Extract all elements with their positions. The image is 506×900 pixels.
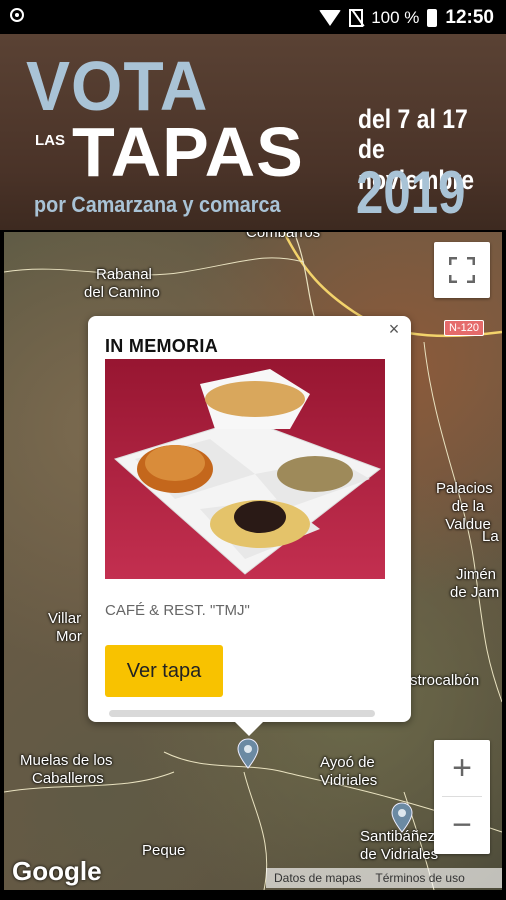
- terms-link[interactable]: Términos de uso: [375, 871, 464, 885]
- map-label-villar: Villar: [48, 610, 82, 627]
- map-label-de-jam: de Jam: [450, 584, 500, 601]
- ver-tapa-button[interactable]: Ver tapa: [105, 645, 223, 697]
- banner-subtitle: por Camarzana y comarca: [34, 192, 281, 217]
- map-label-ayoo-1: Ayoó de: [320, 754, 375, 771]
- map-attribution: Datos de mapas Términos de uso: [266, 868, 502, 888]
- banner-dates-line1: del 7 al 17: [358, 104, 468, 134]
- map-label-astrocalbon: strocalbón: [410, 672, 480, 689]
- venue-name: CAFÉ & REST. "TMJ": [105, 602, 250, 619]
- status-icons: 100 % 12:50: [319, 7, 494, 29]
- fullscreen-icon: [449, 257, 475, 283]
- map-label-del-camino: del Camino: [84, 284, 160, 301]
- zoom-controls: + −: [434, 740, 490, 854]
- map-label-combarros: Combarros: [246, 232, 321, 241]
- map-label-peque: Peque: [142, 842, 186, 859]
- banner-year: 2019: [356, 159, 466, 226]
- map-label-ayoo-2: Vidriales: [320, 772, 378, 789]
- no-sim-icon: [349, 9, 364, 27]
- battery-percent: 100 %: [371, 8, 420, 27]
- wifi-icon: [319, 10, 342, 26]
- map-pin-icon[interactable]: [236, 738, 260, 770]
- horizontal-scrollbar[interactable]: [109, 710, 375, 717]
- event-banner: VOTA LAS TAPAS por Camarzana y comarca d…: [0, 34, 506, 230]
- notification-icon: [10, 8, 24, 22]
- clock: 12:50: [445, 7, 494, 28]
- zoom-out-button[interactable]: −: [434, 797, 490, 853]
- zoom-in-button[interactable]: +: [434, 740, 490, 796]
- map-label-la: La: [482, 528, 499, 545]
- map-pin-icon[interactable]: [390, 802, 414, 834]
- map-label-jimen: Jimén: [456, 566, 497, 583]
- road-badge-n120: N-120: [444, 320, 484, 336]
- status-bar: 100 % 12:50: [0, 0, 506, 34]
- fullscreen-button[interactable]: [434, 242, 490, 298]
- map-label-mor: Mor: [56, 628, 82, 645]
- close-button[interactable]: ×: [383, 318, 405, 340]
- map-data-link[interactable]: Datos de mapas: [274, 871, 361, 885]
- tapa-photo: [105, 359, 385, 579]
- map-label-rabanal: Rabanal: [96, 266, 152, 283]
- info-window: × IN MEMORIA CAFÉ & REST. "TMJ" Ver tapa: [88, 316, 411, 736]
- google-logo: Google: [12, 856, 102, 886]
- map-label-muelas-2: Caballeros: [32, 770, 104, 787]
- banner-tapas: TAPAS: [72, 113, 304, 191]
- tapa-title: IN MEMORIA: [105, 336, 218, 356]
- map-label-santibanez-2: de Vidriales: [360, 846, 439, 863]
- banner-las: LAS: [35, 132, 65, 149]
- map-label-muelas-1: Muelas de los: [20, 752, 113, 769]
- battery-icon: [427, 9, 438, 27]
- map-label-palacios: Palacios: [436, 480, 493, 497]
